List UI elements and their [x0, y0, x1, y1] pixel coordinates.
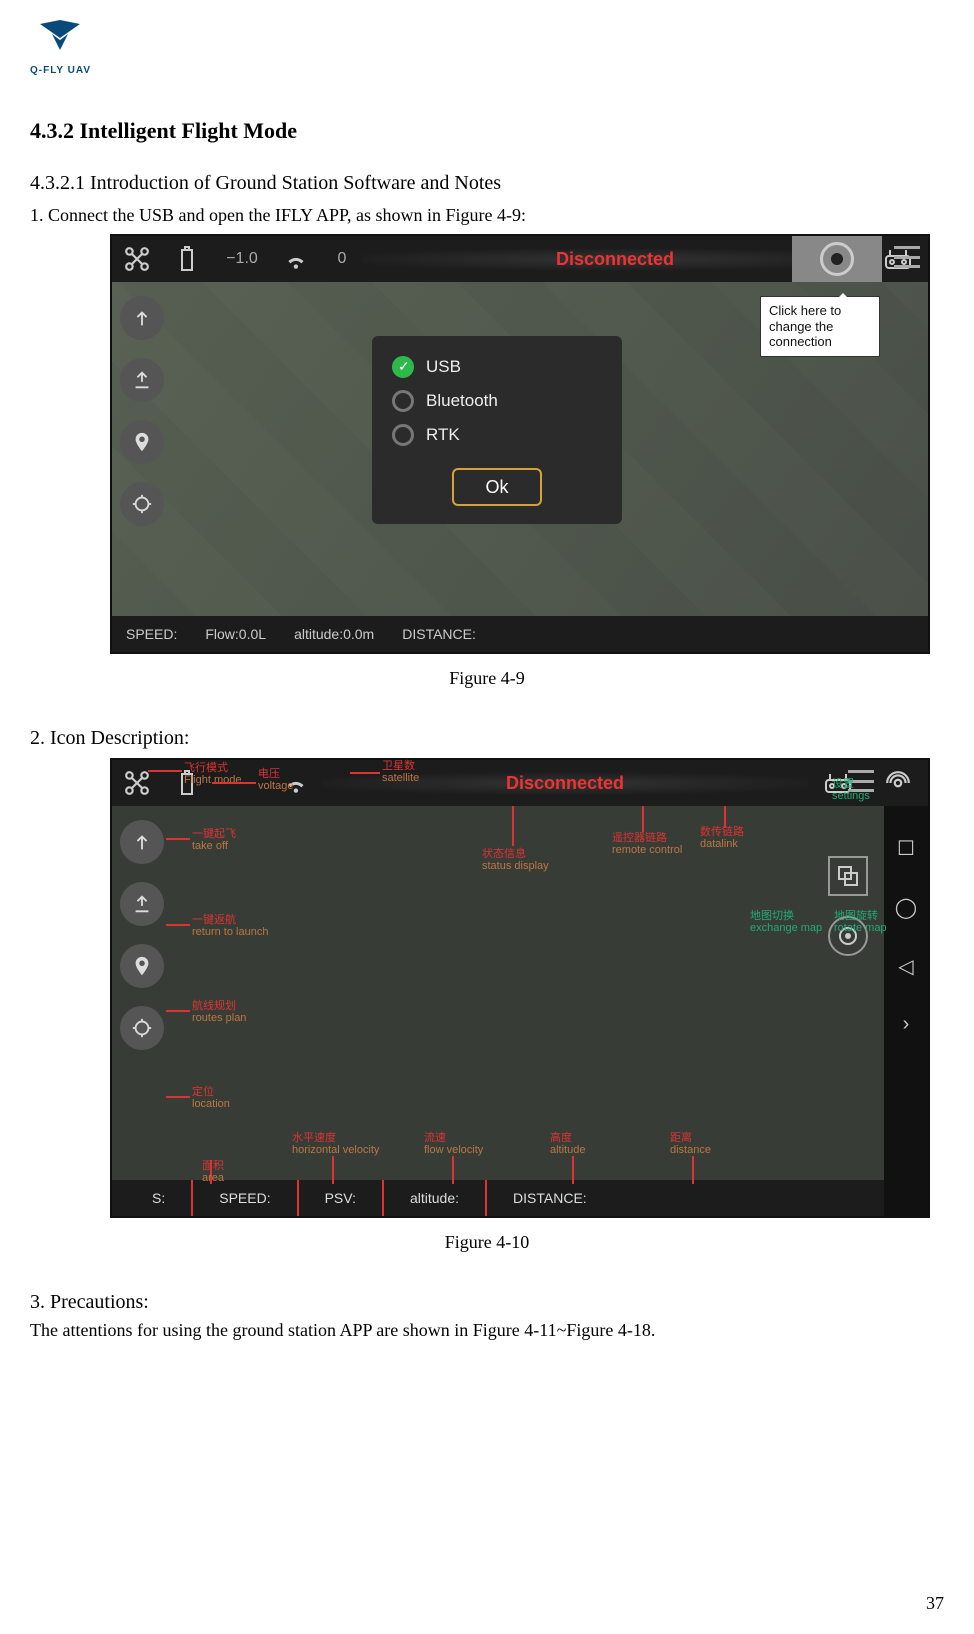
flow-value: Flow:0.0L [205, 626, 266, 642]
annot-rotate-map: 地图旋转rotate map [834, 910, 887, 934]
annot-area: 面积area [202, 1160, 224, 1184]
section-heading: 4.3.2 Intelligent Flight Mode [30, 118, 944, 144]
annot-takeoff: 一键起飞take off [192, 828, 236, 852]
annot-tick [332, 1156, 334, 1184]
android-navbar: ☐ ◯ ◁ › [884, 806, 928, 1216]
distance-label: DISTANCE: [485, 1180, 613, 1216]
annot-settings: 设置settings [832, 778, 870, 802]
app-bottombar: S: SPEED: PSV: altitude: DISTANCE: [112, 1180, 884, 1216]
step-1-text: 1. Connect the USB and open the IFLY APP… [30, 205, 944, 226]
annot-altitude: 高度altitude [550, 1132, 585, 1156]
annot-tick [692, 1156, 694, 1184]
annot-location: 定位location [192, 1086, 230, 1110]
psv-label: PSV: [297, 1180, 382, 1216]
home-icon[interactable]: ◯ [895, 895, 917, 920]
annot-tick [572, 1156, 574, 1184]
drone-mode-icon[interactable] [112, 760, 162, 806]
annot-satellite: 卫星数satellite [382, 760, 419, 784]
annot-tick [724, 806, 726, 828]
annot-remote: 遥控器链路remote control [612, 832, 682, 856]
step-3-body: The attentions for using the ground stat… [30, 1320, 944, 1341]
annot-exchange-map: 地图切换exchange map [750, 910, 822, 934]
speed-label: SPEED: [126, 626, 177, 642]
annot-fvel: 流速flow velocity [424, 1132, 483, 1156]
return-home-button[interactable] [120, 882, 164, 926]
connection-button[interactable] [792, 236, 882, 282]
routes-button[interactable] [120, 944, 164, 988]
option-rtk-label: RTK [426, 425, 460, 445]
takeoff-button[interactable] [120, 820, 164, 864]
radio-icon [392, 424, 414, 446]
option-usb-label: USB [426, 357, 461, 377]
annot-voltage: 电压voltage [258, 768, 293, 792]
back-icon[interactable]: ◁ [898, 954, 913, 979]
recent-apps-icon[interactable]: ☐ [897, 836, 915, 861]
annot-tick [166, 838, 190, 840]
altitude-value: altitude:0.0m [294, 626, 374, 642]
location-button[interactable] [120, 1006, 164, 1050]
expand-icon[interactable]: › [903, 1013, 910, 1036]
annot-tick [512, 806, 514, 846]
option-usb[interactable]: USB [372, 350, 622, 384]
figure-4-10-caption: Figure 4-10 [30, 1232, 944, 1253]
option-bluetooth[interactable]: Bluetooth [372, 384, 622, 418]
app-topbar: −1.0 0 Disconnected [112, 236, 928, 282]
location-button[interactable] [120, 482, 164, 526]
speed-label: SPEED: [191, 1180, 296, 1216]
annot-tick [166, 1010, 190, 1012]
subsection-heading: 4.3.2.1 Introduction of Ground Station S… [30, 172, 944, 195]
annot-distance: 距离distance [670, 1132, 711, 1156]
takeoff-button[interactable] [120, 296, 164, 340]
menu-icon[interactable] [894, 246, 920, 268]
voltage-value: −1.0 [212, 236, 272, 282]
antenna-icon [820, 242, 854, 276]
page-number: 37 [926, 1593, 944, 1614]
altitude-label: altitude: [382, 1180, 485, 1216]
brand-logo: Q-FLY UAV [30, 20, 944, 78]
figure-4-9-screenshot: −1.0 0 Disconnected Click here to change… [110, 234, 930, 654]
satellite-count: 0 [322, 236, 362, 282]
battery-icon [162, 236, 212, 282]
annot-rtl: 一键返航return to launch [192, 914, 268, 938]
figure-4-10-screenshot: Disconnected ☐ ◯ ◁ › S: SPEED: PSV: alti… [110, 758, 930, 1218]
radio-icon [392, 390, 414, 412]
datalink-icon [868, 760, 928, 806]
option-rtk[interactable]: RTK [372, 418, 622, 452]
brand-text: Q-FLY UAV [30, 65, 91, 76]
satellite-icon [272, 236, 322, 282]
routes-button[interactable] [120, 420, 164, 464]
area-label: S: [112, 1180, 191, 1216]
radio-selected-icon [392, 356, 414, 378]
annot-routes: 航线规划routes plan [192, 1000, 246, 1024]
annot-tick [350, 772, 380, 774]
annot-tick [166, 924, 190, 926]
ok-button[interactable]: Ok [452, 468, 542, 506]
exchange-map-button[interactable] [828, 856, 868, 896]
annot-datalink: 数传链路datalink [700, 826, 744, 850]
left-sidebar [120, 296, 164, 526]
annot-status: 状态信息status display [482, 848, 549, 872]
app-bottombar: SPEED: Flow:0.0L altitude:0.0m DISTANCE: [112, 616, 928, 652]
connection-tooltip: Click here to change the connection [760, 296, 880, 357]
return-home-button[interactable] [120, 358, 164, 402]
figure-4-9-caption: Figure 4-9 [30, 668, 944, 689]
annot-tick [452, 1156, 454, 1184]
annot-tick [148, 770, 182, 772]
step-2-text: 2. Icon Description: [30, 727, 944, 750]
annot-hvel: 水平速度horizontal velocity [292, 1132, 379, 1156]
distance-label: DISTANCE: [402, 626, 476, 642]
left-sidebar [120, 820, 164, 1050]
map-controls [828, 856, 868, 956]
step-3-title: 3. Precautions: [30, 1291, 944, 1314]
annot-tick [212, 782, 256, 784]
option-bluetooth-label: Bluetooth [426, 391, 498, 411]
annot-tick [166, 1096, 190, 1098]
connection-dialog: USB Bluetooth RTK Ok [372, 336, 622, 524]
annot-tick [642, 806, 644, 832]
drone-mode-icon[interactable] [112, 236, 162, 282]
